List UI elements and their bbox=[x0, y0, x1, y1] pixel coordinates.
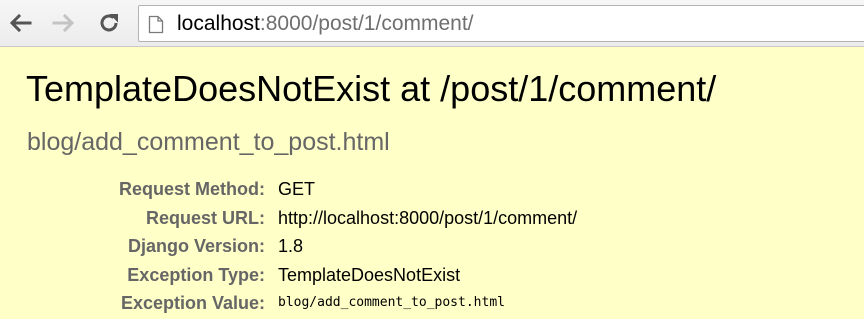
meta-value: TemplateDoesNotExist bbox=[278, 264, 461, 285]
meta-row-exception-type: Exception Type: TemplateDoesNotExist bbox=[0, 261, 864, 290]
meta-row-request-url: Request URL: http://localhost:8000/post/… bbox=[0, 204, 864, 233]
meta-value: http://localhost:8000/post/1/comment/ bbox=[278, 207, 578, 228]
meta-label: Request URL: bbox=[145, 207, 265, 228]
url-path: :8000/post/1/comment/ bbox=[259, 12, 474, 35]
forward-button[interactable] bbox=[50, 8, 78, 38]
error-subtitle: blog/add_comment_to_post.html bbox=[27, 128, 390, 156]
meta-value: blog/add_comment_to_post.html bbox=[278, 295, 505, 311]
back-button[interactable] bbox=[6, 8, 34, 38]
meta-value: 1.8 bbox=[278, 236, 304, 257]
arrow-left-icon bbox=[9, 13, 32, 33]
arrow-right-icon bbox=[52, 13, 75, 33]
reload-icon bbox=[100, 14, 118, 32]
page-icon bbox=[148, 15, 164, 34]
address-bar[interactable]: localhost:8000/post/1/comment/ bbox=[138, 5, 864, 42]
address-bar-url[interactable]: localhost:8000/post/1/comment/ bbox=[177, 12, 474, 36]
meta-row-django-version: Django Version: 1.8 bbox=[0, 232, 864, 261]
error-title: TemplateDoesNotExist at /post/1/comment/ bbox=[26, 68, 717, 109]
meta-label: Exception Type: bbox=[127, 264, 265, 285]
request-meta-table: Request Method: GET Request URL: http://… bbox=[0, 175, 864, 318]
reload-button[interactable] bbox=[95, 8, 123, 38]
browser-toolbar: localhost:8000/post/1/comment/ bbox=[0, 0, 864, 47]
meta-value: GET bbox=[278, 179, 316, 199]
meta-label: Django Version: bbox=[127, 236, 265, 257]
meta-label: Request Method: bbox=[119, 179, 265, 199]
meta-row-exception-value: Exception Value: blog/add_comment_to_pos… bbox=[0, 289, 864, 318]
url-host: localhost bbox=[177, 12, 260, 35]
meta-label: Exception Value: bbox=[120, 293, 265, 314]
meta-row-request-method: Request Method: GET bbox=[0, 175, 864, 204]
